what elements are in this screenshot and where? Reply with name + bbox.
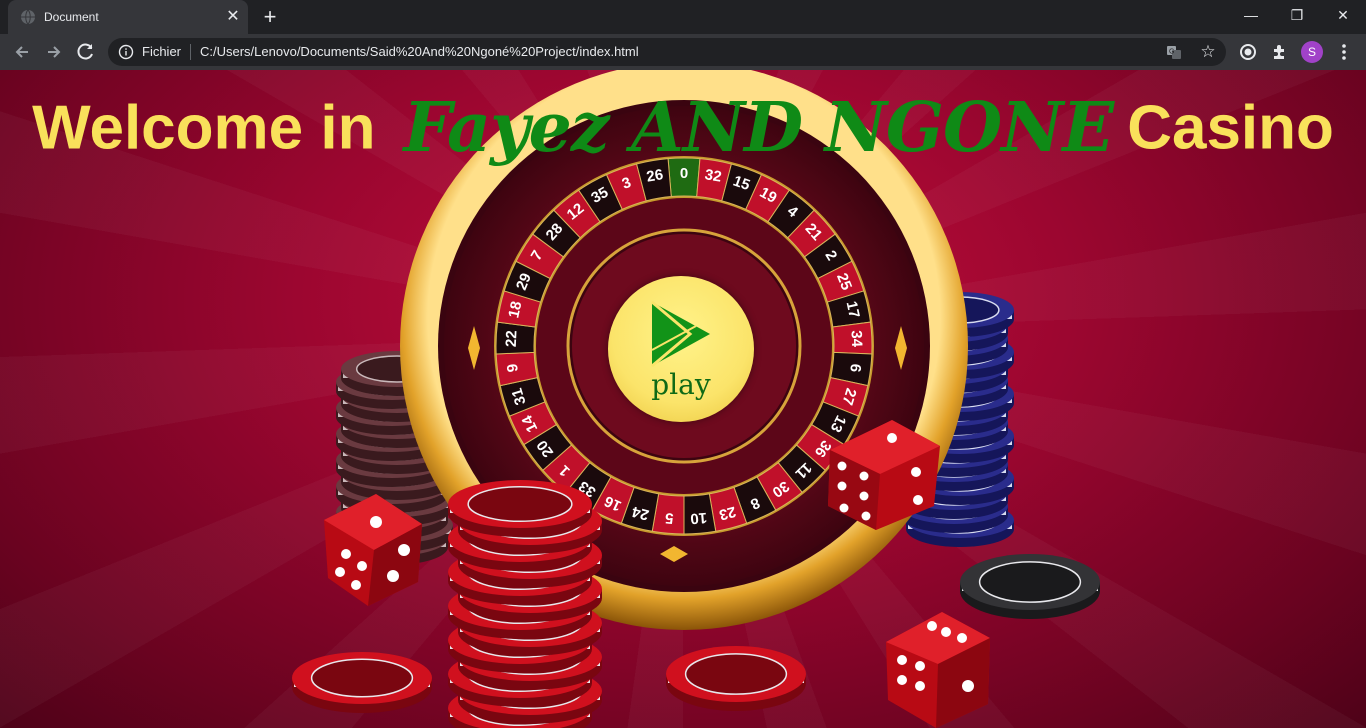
roulette-number: 17: [843, 300, 863, 320]
play-button[interactable]: play: [608, 276, 754, 422]
dice-icon: [886, 612, 990, 728]
url-text[interactable]: C:/Users/Lenovo/Documents/Said%20And%20N…: [200, 44, 639, 59]
play-label: play: [651, 368, 711, 401]
record-extension-icon[interactable]: [1238, 42, 1258, 62]
restore-button[interactable]: ❐: [1274, 0, 1320, 30]
title-prefix: Welcome in: [32, 93, 376, 163]
omnibox-separator: [190, 44, 191, 60]
roulette-number: 32: [703, 166, 722, 186]
translate-icon[interactable]: G: [1166, 44, 1182, 60]
browser-toolbar: Fichier C:/Users/Lenovo/Documents/Said%2…: [0, 34, 1366, 70]
dice-icon: [828, 420, 940, 530]
tab-title: Document: [44, 10, 99, 24]
address-bar[interactable]: Fichier C:/Users/Lenovo/Documents/Said%2…: [108, 38, 1226, 66]
info-icon[interactable]: [118, 44, 134, 60]
red-chip-stack: [448, 480, 602, 728]
red-chip: [666, 646, 806, 711]
arrow-right-icon[interactable]: [41, 39, 67, 65]
tab-close-icon[interactable]: ✕: [223, 7, 243, 27]
arrow-left-icon[interactable]: [9, 39, 35, 65]
title-suffix: Casino: [1127, 93, 1334, 163]
star-icon[interactable]: ☆: [1198, 42, 1218, 62]
puzzle-icon[interactable]: [1270, 42, 1290, 62]
roulette-number: 34: [848, 330, 866, 348]
scheme-label: Fichier: [142, 44, 182, 59]
casino-page: 0 32 15 19 4 21 2 25 17 34 6 27 13 36 11 30 8 23 10 5 24 16 33…: [0, 70, 1366, 728]
reload-icon[interactable]: [73, 39, 99, 65]
red-chip: [292, 652, 432, 713]
roulette-number: 22: [503, 330, 521, 347]
dice-icon: [324, 494, 422, 606]
casino-brand-name: Fayez AND NGONE: [403, 88, 1114, 168]
roulette-number: 18: [505, 300, 525, 320]
new-tab-button[interactable]: +: [258, 5, 282, 29]
close-window-button[interactable]: ✕: [1320, 0, 1366, 30]
roulette-number: 5: [664, 509, 674, 527]
minimize-button[interactable]: —: [1228, 0, 1274, 30]
roulette-number: 26: [645, 166, 664, 186]
play-triangle-icon: [651, 300, 710, 368]
tab-strip: Document ✕ + — ❐ ✕: [0, 0, 1366, 34]
browser-tab[interactable]: Document ✕: [8, 0, 248, 34]
profile-avatar[interactable]: S: [1301, 41, 1323, 63]
roulette-number: 10: [690, 509, 708, 527]
globe-icon: [21, 9, 35, 25]
page-title: Welcome in Fayez AND NGONE Casino: [0, 88, 1366, 168]
svg-text:G: G: [1169, 49, 1174, 56]
kebab-menu-icon[interactable]: [1334, 41, 1354, 63]
